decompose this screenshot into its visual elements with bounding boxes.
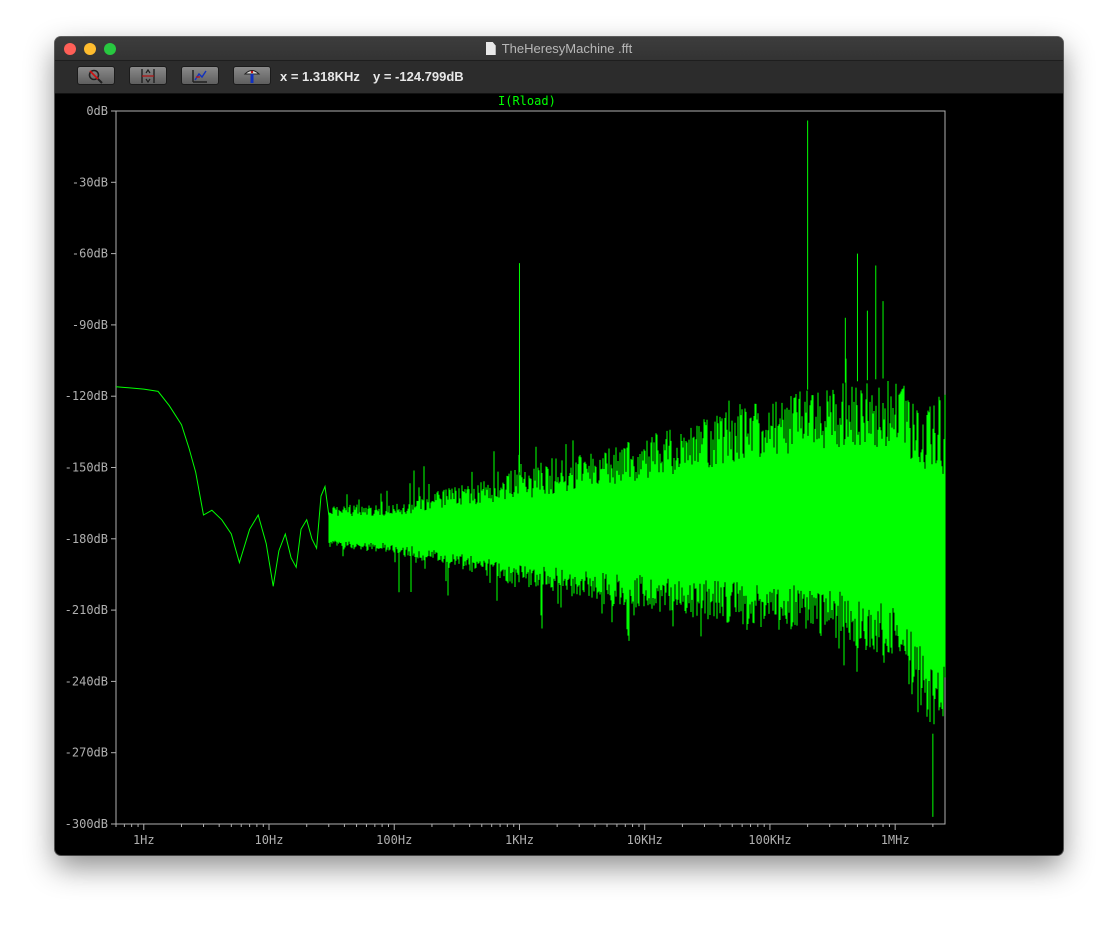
y-tick-label: -240dB [65, 674, 108, 688]
x-tick-label: 100KHz [748, 833, 791, 847]
title-bar: TheHeresyMachine .fft [55, 37, 1063, 61]
trace-noise-floor [328, 358, 946, 725]
x-tick-label: 10Hz [255, 833, 284, 847]
probe-tool-button[interactable] [233, 66, 271, 85]
window-title: TheHeresyMachine .fft [501, 41, 633, 56]
x-tick-label: 1KHz [505, 833, 534, 847]
y-tick-label: -150dB [65, 461, 108, 475]
y-tick-label: -300dB [65, 817, 108, 831]
y-tick-label: -30dB [72, 175, 108, 189]
cursor-x-readout: x = 1.318KHz [280, 69, 360, 84]
axis-scale-icon [141, 68, 155, 84]
autorange-icon [192, 70, 207, 83]
autorange-tool-button[interactable] [181, 66, 219, 85]
toolbar: x = 1.318KHz y = -124.799dB [55, 61, 1063, 94]
zoom-tool-button[interactable] [77, 66, 115, 85]
x-tick-label: 1Hz [133, 833, 155, 847]
x-tick-label: 10KHz [627, 833, 663, 847]
y-tick-label: -90dB [72, 318, 108, 332]
cursor-y-readout: y = -124.799dB [373, 69, 464, 84]
x-tick-label: 1MHz [881, 833, 910, 847]
y-tick-label: -180dB [65, 532, 108, 546]
app-window: TheHeresyMachine .fft x = 1.318KHz y = -… [55, 37, 1063, 855]
y-tick-label: 0dB [86, 104, 108, 118]
document-icon [485, 42, 496, 55]
vertical-scale-tool-button[interactable] [129, 66, 167, 85]
y-tick-label: -210dB [65, 603, 108, 617]
y-tick-label: -120dB [65, 389, 108, 403]
y-tick-label: -270dB [65, 746, 108, 760]
window-title-area: TheHeresyMachine .fft [55, 41, 1063, 56]
fft-plot-area[interactable]: 0dB -30dB -60dB -90dB -120dB -150dB -180dB -210… [55, 94, 1063, 855]
trace-label: I(Rload) [498, 94, 556, 108]
y-tick-label: -60dB [72, 247, 108, 261]
trace-low-frequency [115, 386, 340, 587]
probe-icon [243, 70, 261, 83]
x-tick-label: 100Hz [376, 833, 412, 847]
magnifier-crossed-icon [88, 69, 103, 84]
